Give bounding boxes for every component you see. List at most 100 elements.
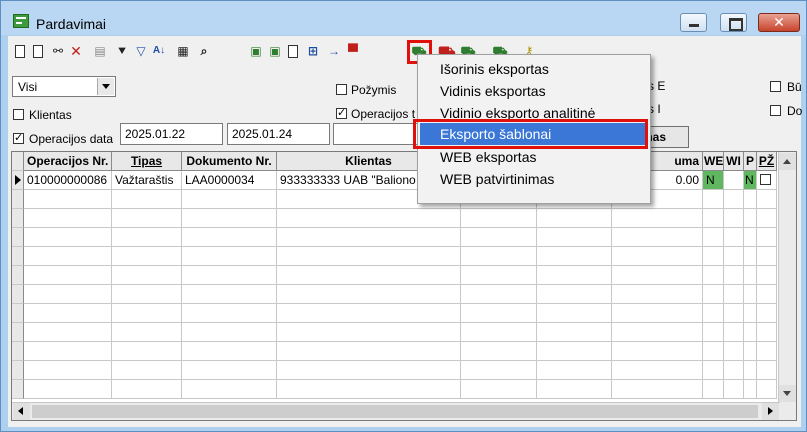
- empty-grid-cell[interactable]: [24, 190, 112, 209]
- empty-grid-cell[interactable]: [724, 304, 744, 323]
- empty-grid-cell[interactable]: [24, 304, 112, 323]
- paste-icon[interactable]: ▤: [92, 43, 108, 59]
- empty-grid-cell[interactable]: [612, 285, 703, 304]
- copy-doc-icon[interactable]: [33, 45, 43, 58]
- empty-grid-cell[interactable]: [724, 190, 744, 209]
- empty-grid-row[interactable]: [12, 190, 777, 209]
- empty-grid-cell[interactable]: [182, 285, 277, 304]
- empty-grid-row[interactable]: [12, 304, 777, 323]
- empty-grid-cell[interactable]: [757, 228, 777, 247]
- header-tipas[interactable]: Tipas: [112, 152, 182, 171]
- empty-grid-cell[interactable]: [757, 342, 777, 361]
- empty-grid-cell[interactable]: [757, 361, 777, 380]
- empty-grid-cell[interactable]: [757, 285, 777, 304]
- empty-grid-cell[interactable]: [703, 285, 724, 304]
- empty-grid-cell[interactable]: [724, 285, 744, 304]
- empty-grid-cell[interactable]: [724, 323, 744, 342]
- empty-grid-cell[interactable]: [461, 323, 537, 342]
- empty-grid-cell[interactable]: [744, 323, 757, 342]
- table-row[interactable]: 010000000086 Važtaraštis LAA0000034 9333…: [12, 171, 777, 190]
- empty-grid-cell[interactable]: [182, 266, 277, 285]
- money-add-icon[interactable]: ▣: [248, 43, 264, 59]
- empty-grid-cell[interactable]: [744, 342, 757, 361]
- empty-grid-cell[interactable]: [277, 266, 461, 285]
- empty-grid-cell[interactable]: [461, 266, 537, 285]
- empty-grid-cell[interactable]: [724, 247, 744, 266]
- empty-grid-cell[interactable]: [277, 285, 461, 304]
- empty-grid-cell[interactable]: [277, 228, 461, 247]
- empty-grid-cell[interactable]: [612, 361, 703, 380]
- empty-grid-cell[interactable]: [757, 323, 777, 342]
- scroll-right-icon[interactable]: [762, 403, 779, 420]
- empty-grid-cell[interactable]: [703, 209, 724, 228]
- empty-grid-cell[interactable]: [182, 247, 277, 266]
- empty-grid-cell[interactable]: [24, 247, 112, 266]
- cell-tipas[interactable]: Važtaraštis: [112, 171, 182, 190]
- empty-grid-cell[interactable]: [182, 323, 277, 342]
- operacijos-data-checkbox[interactable]: [13, 131, 24, 144]
- hierarchy-icon[interactable]: ⯆: [114, 43, 130, 59]
- empty-grid-cell[interactable]: [757, 304, 777, 323]
- empty-grid-cell[interactable]: [724, 228, 744, 247]
- empty-grid-cell[interactable]: [112, 228, 182, 247]
- link-doc-icon[interactable]: ⚯: [50, 43, 66, 59]
- data-grid[interactable]: Operacijos Nr. Tipas Dokumento Nr. Klien…: [11, 151, 797, 421]
- header-we[interactable]: WE: [703, 152, 724, 171]
- empty-grid-cell[interactable]: [277, 380, 461, 399]
- minimize-button[interactable]: [680, 13, 707, 32]
- empty-grid-cell[interactable]: [744, 266, 757, 285]
- empty-grid-cell[interactable]: [277, 342, 461, 361]
- horizontal-scrollbar[interactable]: [12, 402, 780, 420]
- empty-grid-cell[interactable]: [744, 380, 757, 399]
- empty-grid-row[interactable]: [12, 247, 777, 266]
- empty-grid-cell[interactable]: [112, 380, 182, 399]
- empty-grid-cell[interactable]: [277, 304, 461, 323]
- menu-item-isorinis-eksportas[interactable]: Išorinis eksportas: [420, 58, 648, 80]
- empty-grid-cell[interactable]: [703, 380, 724, 399]
- empty-grid-cell[interactable]: [724, 209, 744, 228]
- empty-grid-cell[interactable]: [112, 342, 182, 361]
- empty-grid-cell[interactable]: [724, 266, 744, 285]
- empty-grid-row[interactable]: [12, 209, 777, 228]
- empty-grid-cell[interactable]: [703, 304, 724, 323]
- empty-grid-row[interactable]: [12, 285, 777, 304]
- empty-grid-cell[interactable]: [612, 209, 703, 228]
- empty-grid-cell[interactable]: [724, 342, 744, 361]
- vertical-scrollbar[interactable]: [778, 152, 796, 420]
- header-wi[interactable]: WI: [724, 152, 744, 171]
- empty-grid-cell[interactable]: [182, 209, 277, 228]
- empty-grid-cell[interactable]: [744, 304, 757, 323]
- empty-grid-cell[interactable]: [757, 209, 777, 228]
- empty-grid-cell[interactable]: [703, 323, 724, 342]
- header-pz[interactable]: PŽ: [757, 152, 777, 171]
- header-dokumento-nr[interactable]: Dokumento Nr.: [182, 152, 277, 171]
- empty-grid-row[interactable]: [12, 361, 777, 380]
- operacijos-tipas-field[interactable]: [333, 123, 419, 145]
- horizontal-scroll-thumb[interactable]: [32, 405, 758, 418]
- status-select[interactable]: Visi: [12, 76, 116, 97]
- empty-grid-cell[interactable]: [461, 342, 537, 361]
- empty-grid-cell[interactable]: [24, 209, 112, 228]
- export-red-icon[interactable]: ▀: [345, 43, 361, 59]
- empty-grid-cell[interactable]: [461, 380, 537, 399]
- empty-grid-cell[interactable]: [744, 228, 757, 247]
- empty-grid-cell[interactable]: [461, 228, 537, 247]
- chevron-down-icon[interactable]: [97, 78, 114, 95]
- empty-grid-cell[interactable]: [277, 323, 461, 342]
- empty-grid-cell[interactable]: [612, 247, 703, 266]
- cell-pz[interactable]: [757, 171, 777, 190]
- maximize-button[interactable]: [720, 13, 747, 32]
- empty-grid-cell[interactable]: [612, 304, 703, 323]
- pz-checkbox[interactable]: [760, 174, 771, 185]
- cell-we[interactable]: N: [703, 171, 724, 190]
- header-operacijos-nr[interactable]: Operacijos Nr.: [24, 152, 112, 171]
- empty-grid-cell[interactable]: [537, 304, 612, 323]
- empty-grid-cell[interactable]: [461, 209, 537, 228]
- empty-grid-cell[interactable]: [537, 323, 612, 342]
- empty-grid-cell[interactable]: [461, 304, 537, 323]
- doc-icon[interactable]: [288, 45, 298, 58]
- scroll-down-icon[interactable]: [779, 385, 796, 402]
- empty-grid-cell[interactable]: [112, 209, 182, 228]
- empty-grid-cell[interactable]: [112, 285, 182, 304]
- empty-grid-cell[interactable]: [24, 266, 112, 285]
